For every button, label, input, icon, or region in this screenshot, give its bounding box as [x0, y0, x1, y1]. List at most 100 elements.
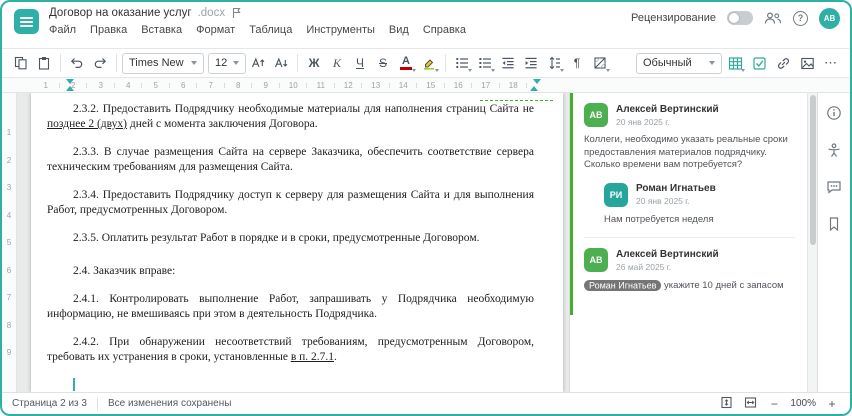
shading-button[interactable] — [589, 52, 611, 74]
insert-table-button[interactable] — [724, 52, 746, 74]
increase-indent-button[interactable] — [520, 52, 542, 74]
menu-item[interactable]: Формат — [196, 24, 235, 36]
ruler-number: 12 — [335, 78, 363, 93]
redo-button[interactable] — [89, 52, 111, 74]
zoom-out-button[interactable]: − — [766, 396, 782, 412]
comment-date: 26 май 2025 г. — [616, 261, 672, 272]
first-line-indent-marker[interactable] — [66, 79, 74, 84]
ruler-number: 1 — [32, 78, 60, 93]
menu-item[interactable]: Файл — [49, 24, 76, 36]
document-canvas: 2.3.2. Предоставить Подрядчику необходим… — [17, 93, 569, 392]
hanging-indent-marker[interactable] — [533, 79, 541, 84]
ruler-number: 14 — [390, 78, 418, 93]
active-comment-indicator — [570, 93, 573, 315]
ruler-number: 16 — [445, 78, 473, 93]
help-button[interactable]: ? — [793, 10, 808, 26]
paragraph[interactable]: 2.3.3. В случае размещения Сайта на серв… — [47, 145, 534, 175]
document-page[interactable]: 2.3.2. Предоставить Подрядчику необходим… — [31, 93, 563, 392]
highlight-color-button[interactable] — [418, 52, 440, 74]
paragraph[interactable]: 2.4. Заказчик вправе: — [47, 264, 534, 279]
font-family-select[interactable]: Times New — [122, 52, 204, 74]
title-menu-block: Договор на оказание услуг .docx Файл Правк… — [49, 7, 466, 48]
comment-thread[interactable]: АВ Алексей Вертинский 20 янв 2025 г. Кол… — [570, 93, 807, 238]
bullet-list-button[interactable] — [451, 52, 473, 74]
left-indent-marker[interactable] — [66, 86, 74, 91]
menu-item[interactable]: Таблица — [249, 24, 292, 36]
toolbar-separator — [297, 54, 298, 72]
status-bar: Страница 2 из 3 Все изменения сохранены … — [2, 392, 850, 414]
user-mention[interactable]: Роман Игнатьев — [584, 279, 662, 291]
tracked-insertion: позднее 2 (двух) — [47, 118, 128, 130]
paragraph[interactable]: 2.3.4. Предоставить Подрядчику доступ к … — [47, 188, 534, 218]
right-indent-marker[interactable] — [530, 86, 538, 91]
zoom-level[interactable]: 100% — [790, 398, 816, 409]
copy-button[interactable] — [10, 52, 32, 74]
zoom-in-button[interactable]: + — [824, 396, 840, 412]
font-color-button[interactable]: А — [395, 52, 417, 74]
comment-reply[interactable]: РИ Роман Игнатьев 20 янв 2025 г. Нам пот… — [604, 182, 795, 227]
bookmark-icon[interactable] — [823, 213, 845, 235]
menu-item[interactable]: Инструменты — [306, 24, 375, 36]
ruler-number: 2 — [6, 155, 12, 165]
menu-item[interactable]: Вид — [389, 24, 409, 36]
paragraph[interactable]: 2.4.2. При обнаружении несоответствий тр… — [47, 335, 534, 365]
vertical-ruler[interactable]: 1 2 3 4 5 6 7 8 9 — [2, 93, 17, 392]
numbered-list-button[interactable] — [474, 52, 496, 74]
chevron-down-icon — [191, 61, 197, 65]
horizontal-ruler[interactable]: 1 2 3 4 5 6 7 8 9 10 11 12 13 14 15 16 17 18 — [2, 78, 850, 93]
menu-item[interactable]: Правка — [90, 24, 127, 36]
ruler-number: 5 — [142, 78, 170, 93]
main-area: 1 2 3 4 5 6 7 8 9 2.3.2. Предоставить Подрядчику… — [2, 93, 850, 392]
app-logo-icon[interactable] — [14, 9, 39, 34]
fit-page-icon[interactable] — [718, 396, 734, 412]
comments-icon[interactable] — [823, 176, 845, 198]
more-tools-button[interactable]: ⋯ — [820, 52, 842, 74]
insert-checkbox-button[interactable] — [748, 52, 770, 74]
insert-image-button[interactable] — [796, 52, 818, 74]
paragraph[interactable]: 2.4.1. Контролировать выполнение Работ, … — [47, 292, 534, 322]
user-avatar[interactable]: АВ — [819, 7, 840, 29]
bold-button[interactable]: Ж — [303, 52, 325, 74]
ruler-number: 6 — [6, 265, 12, 275]
app-window: Договор на оказание услуг .docx Файл Правк… — [0, 0, 852, 416]
accessibility-icon[interactable] — [823, 139, 845, 161]
page-indicator[interactable]: Страница 2 из 3 — [12, 398, 87, 409]
underline-button[interactable]: Ч — [349, 52, 371, 74]
info-icon[interactable] — [823, 102, 845, 124]
italic-button[interactable]: К — [326, 52, 348, 74]
nonprinting-characters-button[interactable]: ¶ — [566, 52, 588, 74]
paste-button[interactable] — [33, 52, 55, 74]
comment-avatar: АВ — [584, 103, 608, 127]
favorite-flag-icon[interactable] — [231, 7, 242, 19]
line-spacing-button[interactable] — [543, 52, 565, 74]
comment-anchor-connector — [480, 100, 553, 101]
menu-bar: Файл Правка Вставка Формат Таблица Инструмент… — [49, 24, 466, 36]
chevron-down-icon — [741, 69, 745, 72]
vertical-scrollbar[interactable] — [807, 93, 817, 392]
status-divider — [96, 397, 98, 410]
strikethrough-button[interactable]: S — [372, 52, 394, 74]
scrollbar-thumb[interactable] — [810, 95, 816, 245]
comment-avatar: АВ — [584, 248, 608, 272]
comment-thread[interactable]: АВ Алексей Вертинский 26 май 2025 г. Ром… — [570, 238, 807, 293]
increase-font-button[interactable] — [247, 52, 269, 74]
undo-button[interactable] — [66, 52, 88, 74]
document-title[interactable]: Договор на оказание услуг — [49, 7, 192, 19]
menu-item[interactable]: Вставка — [141, 24, 182, 36]
ruler-number: 3 — [6, 183, 12, 193]
header-controls: Рецензирование ? АВ — [631, 7, 840, 29]
collaborators-icon[interactable] — [764, 11, 782, 25]
decrease-indent-button[interactable] — [497, 52, 519, 74]
fit-width-icon[interactable] — [742, 396, 758, 412]
decrease-font-button[interactable] — [270, 52, 292, 74]
paragraph[interactable]: 2.3.2. Предоставить Подрядчику необходим… — [47, 102, 534, 132]
menu-item[interactable]: Справка — [423, 24, 466, 36]
ruler-number: 4 — [6, 210, 12, 220]
font-size-select[interactable]: 12 — [208, 52, 246, 74]
paragraph-style-select[interactable]: Обычный — [636, 52, 722, 74]
paragraph[interactable]: 2.3.5. Оплатить результат Работ в порядк… — [47, 231, 534, 246]
ruler-number: 9 — [252, 78, 280, 93]
insert-link-button[interactable] — [772, 52, 794, 74]
review-toggle[interactable] — [727, 11, 753, 25]
top-bar: Договор на оказание услуг .docx Файл Правк… — [2, 2, 850, 48]
